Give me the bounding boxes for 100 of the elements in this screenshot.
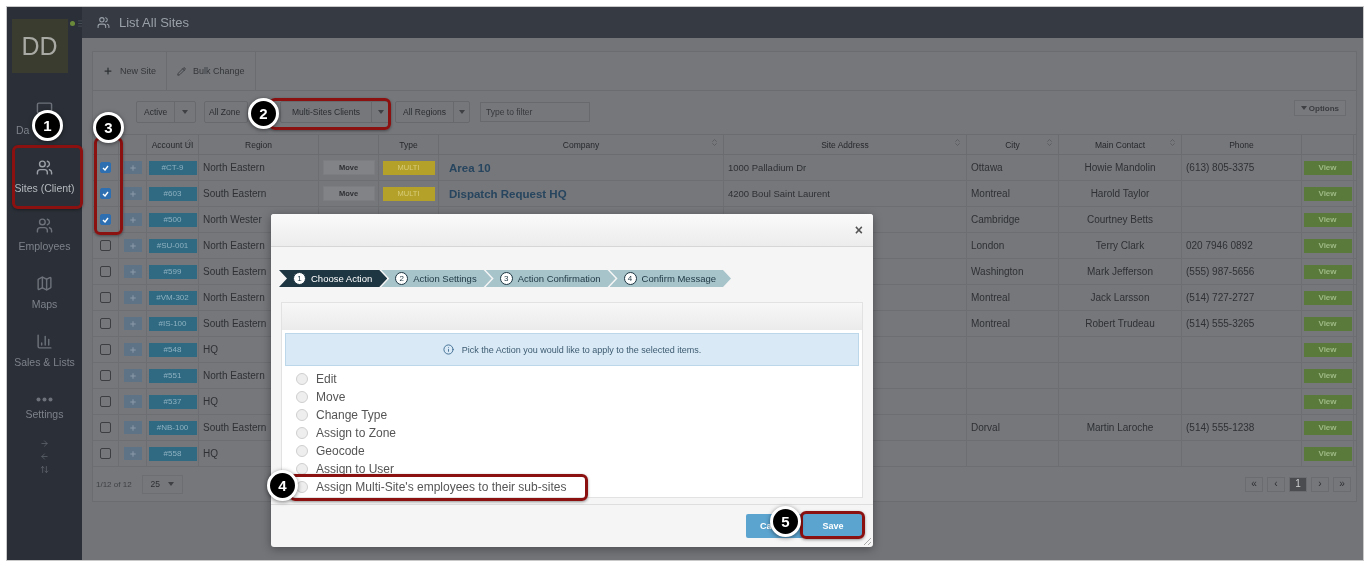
add-button[interactable] bbox=[123, 239, 142, 252]
options-button[interactable]: Options bbox=[1293, 100, 1346, 116]
add-button[interactable] bbox=[123, 369, 142, 382]
view-button[interactable]: View bbox=[1303, 342, 1352, 357]
arrow-right-icon[interactable] bbox=[40, 439, 49, 448]
row-checkbox[interactable] bbox=[100, 318, 111, 329]
action-option[interactable]: Change Type bbox=[296, 406, 862, 424]
bar-chart-icon[interactable] bbox=[36, 332, 53, 350]
row-checkbox[interactable] bbox=[100, 188, 111, 199]
row-checkbox[interactable] bbox=[100, 292, 111, 303]
row-checkbox[interactable] bbox=[100, 240, 111, 251]
view-button[interactable]: View bbox=[1303, 238, 1352, 253]
account-tag[interactable]: #548 bbox=[148, 342, 197, 357]
users-icon[interactable] bbox=[36, 216, 53, 234]
toolbar-tab[interactable]: Bulk Change bbox=[167, 52, 256, 90]
row-checkbox[interactable] bbox=[100, 422, 111, 433]
add-button[interactable] bbox=[123, 447, 142, 460]
sidebar-item[interactable]: Settings bbox=[25, 407, 64, 420]
action-option[interactable]: Move bbox=[296, 388, 862, 406]
view-button[interactable]: View bbox=[1303, 420, 1352, 435]
view-button[interactable]: View bbox=[1303, 160, 1352, 175]
map-icon[interactable] bbox=[36, 274, 53, 292]
row-checkbox[interactable] bbox=[100, 162, 111, 173]
resize-grip-icon[interactable] bbox=[863, 537, 871, 545]
page-button[interactable]: › bbox=[1311, 476, 1329, 492]
filter-dropdown[interactable]: Multi-Sites Clients bbox=[280, 101, 390, 123]
action-option[interactable]: Edit bbox=[296, 370, 862, 388]
add-button[interactable] bbox=[123, 421, 142, 434]
wizard-step[interactable]: 1 Choose Action bbox=[279, 270, 388, 287]
page-button[interactable]: « bbox=[1245, 476, 1263, 492]
radio-button[interactable] bbox=[296, 409, 308, 421]
add-button[interactable] bbox=[123, 213, 142, 226]
action-option[interactable]: Geocode bbox=[296, 442, 862, 460]
wizard-step[interactable]: 2 Action Settings bbox=[381, 270, 492, 287]
radio-button[interactable] bbox=[296, 427, 308, 439]
account-tag[interactable]: #603 bbox=[148, 186, 197, 201]
page-button[interactable]: 1 bbox=[1289, 476, 1307, 492]
sidebar-item[interactable]: Sales & Lists bbox=[14, 355, 75, 368]
account-tag[interactable]: #NB-100 bbox=[148, 420, 197, 435]
view-button[interactable]: View bbox=[1303, 186, 1352, 201]
filter-dropdown[interactable]: All Zone bbox=[204, 101, 248, 123]
sidebar-item[interactable]: Maps bbox=[31, 297, 58, 310]
row-checkbox[interactable] bbox=[100, 266, 111, 277]
row-checkbox[interactable] bbox=[100, 344, 111, 355]
arrow-left-icon[interactable] bbox=[40, 452, 49, 461]
view-button[interactable]: View bbox=[1303, 290, 1352, 305]
page-button[interactable]: ‹ bbox=[1267, 476, 1285, 492]
sidebar-item[interactable]: Employees bbox=[18, 239, 71, 252]
column-header[interactable]: Main Contact bbox=[1059, 135, 1182, 154]
account-tag[interactable]: #500 bbox=[148, 212, 197, 227]
company-link[interactable]: Area 10 bbox=[449, 161, 491, 174]
account-tag[interactable]: #537 bbox=[148, 394, 197, 409]
dots-icon[interactable] bbox=[36, 396, 53, 402]
filter-dropdown[interactable]: Active bbox=[136, 101, 196, 123]
row-checkbox[interactable] bbox=[100, 370, 111, 381]
close-button[interactable]: × bbox=[854, 223, 863, 237]
wizard-step[interactable]: 3 Action Confirmation bbox=[485, 270, 616, 287]
view-button[interactable]: View bbox=[1303, 316, 1352, 331]
add-button[interactable] bbox=[123, 187, 142, 200]
view-button[interactable]: View bbox=[1303, 264, 1352, 279]
add-button[interactable] bbox=[123, 265, 142, 278]
view-button[interactable]: View bbox=[1303, 368, 1352, 383]
page-button[interactable]: » bbox=[1333, 476, 1351, 492]
account-tag[interactable]: #CT-9 bbox=[148, 160, 197, 175]
view-button[interactable]: View bbox=[1303, 394, 1352, 409]
avatar[interactable]: DD bbox=[11, 19, 68, 73]
wizard-step[interactable]: 4 Confirm Message bbox=[609, 270, 731, 287]
view-button[interactable]: View bbox=[1303, 446, 1352, 461]
row-checkbox[interactable] bbox=[100, 448, 111, 459]
toolbar-tab[interactable]: New Site bbox=[93, 52, 167, 90]
column-header[interactable]: Company bbox=[439, 135, 724, 154]
add-button[interactable] bbox=[123, 317, 142, 330]
action-option[interactable]: Assign to User bbox=[296, 460, 862, 478]
account-tag[interactable]: #599 bbox=[148, 264, 197, 279]
account-tag[interactable]: #IS-100 bbox=[148, 316, 197, 331]
row-checkbox[interactable] bbox=[100, 214, 111, 225]
account-tag[interactable]: #SU-001 bbox=[148, 238, 197, 253]
account-tag[interactable]: #551 bbox=[148, 368, 197, 383]
action-option[interactable]: Assign to Zone bbox=[296, 424, 862, 442]
account-tag[interactable]: #VM-302 bbox=[148, 290, 197, 305]
page-size-select[interactable]: 25 bbox=[141, 474, 184, 494]
company-link[interactable]: Dispatch Request HQ bbox=[449, 187, 567, 200]
add-button[interactable] bbox=[123, 161, 142, 174]
account-tag[interactable]: #558 bbox=[148, 446, 197, 461]
radio-button[interactable] bbox=[296, 463, 308, 475]
add-button[interactable] bbox=[123, 343, 142, 356]
radio-button[interactable] bbox=[296, 373, 308, 385]
row-checkbox[interactable] bbox=[100, 396, 111, 407]
radio-button[interactable] bbox=[296, 391, 308, 403]
sidebar-item[interactable]: Sites (Client) bbox=[14, 181, 75, 194]
add-button[interactable] bbox=[123, 291, 142, 304]
filter-dropdown[interactable]: All Regions bbox=[395, 101, 470, 123]
users-icon[interactable] bbox=[36, 158, 53, 176]
column-header[interactable]: Site Address bbox=[724, 135, 967, 154]
view-button[interactable]: View bbox=[1303, 212, 1352, 227]
add-button[interactable] bbox=[123, 395, 142, 408]
sidebar-item[interactable]: Da bbox=[16, 123, 30, 136]
column-header[interactable]: City bbox=[967, 135, 1059, 154]
save-button[interactable]: Save bbox=[804, 514, 862, 538]
sort-arrows-icon[interactable] bbox=[40, 465, 49, 474]
